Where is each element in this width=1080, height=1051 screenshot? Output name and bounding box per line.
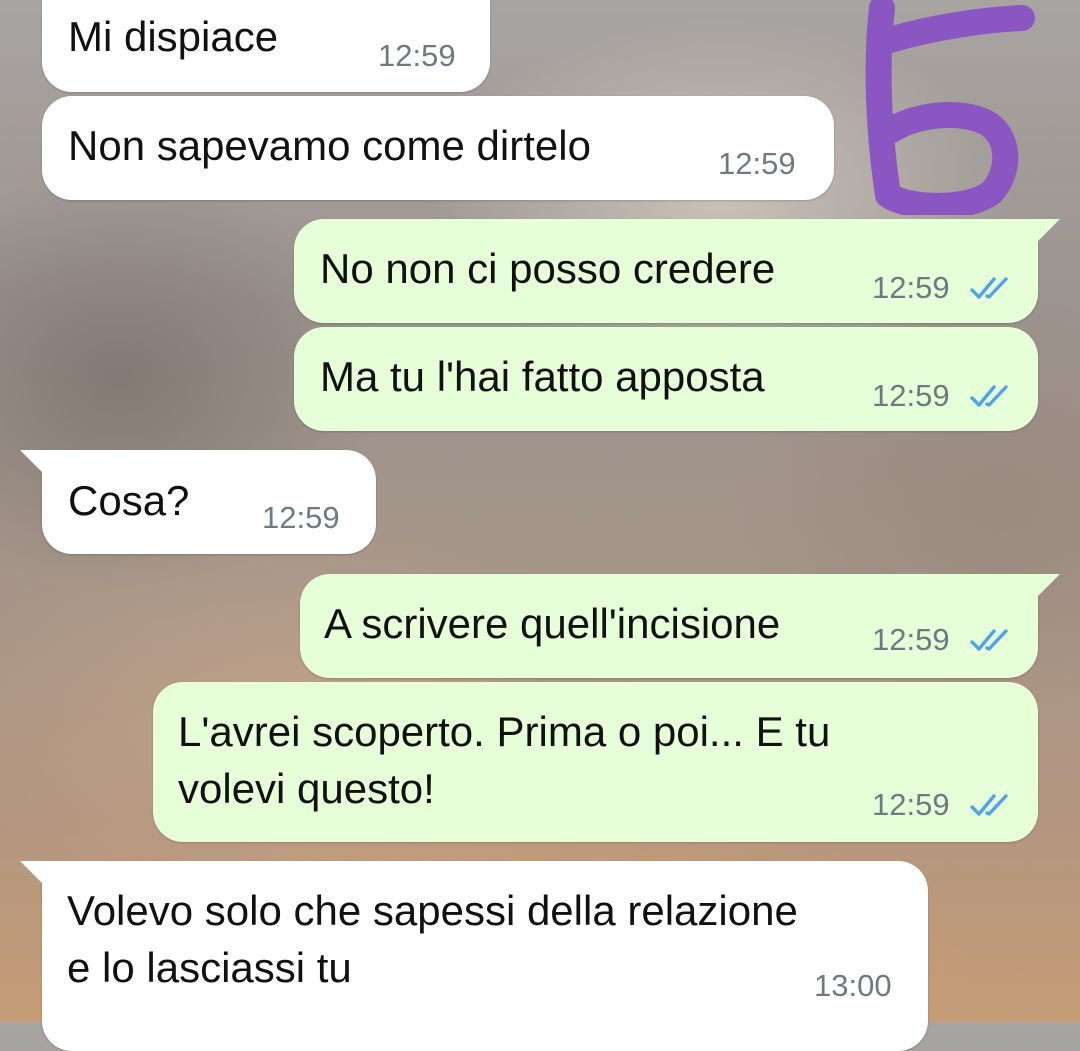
message-bubble-outgoing[interactable]: L'avrei scoperto. Prima o poi... E tu vo… — [153, 682, 1038, 842]
message-bubble-outgoing[interactable]: A scrivere quell'incisione 12:59 — [300, 574, 1060, 678]
message-time: 12:59 — [872, 622, 950, 657]
message-text: A scrivere quell'incisione — [324, 600, 781, 647]
read-double-check-icon — [970, 629, 1008, 651]
message-bubble-incoming[interactable]: Non sapevamo come dirtelo 12:59 — [42, 96, 834, 200]
message-text: Ma tu l'hai fatto apposta — [320, 353, 765, 400]
message-text: Non sapevamo come dirtelo — [68, 122, 591, 169]
message-text-line-2: e lo lasciassi tu — [67, 944, 352, 991]
message-bubble-incoming[interactable]: Volevo solo che sapessi della relazione … — [20, 861, 928, 1051]
message-time: 12:59 — [872, 378, 950, 413]
message-text: No non ci posso credere — [320, 245, 776, 292]
chat-conversation: Mi dispiace 12:59 Non sapevamo come dirt… — [0, 0, 1080, 1051]
read-double-check-icon — [970, 385, 1008, 407]
purple-number-six-drawing — [865, 0, 1035, 215]
message-text: Cosa? — [68, 477, 190, 524]
message-time: 12:59 — [872, 270, 950, 305]
message-time: 12:59 — [872, 787, 950, 822]
message-text-line-2: volevi questo! — [178, 765, 435, 812]
message-text: Mi dispiace — [68, 13, 279, 60]
message-time: 12:59 — [378, 38, 456, 73]
message-text-line-1: L'avrei scoperto. Prima o poi... E tu — [178, 708, 831, 755]
read-double-check-icon — [970, 794, 1008, 816]
message-bubble-outgoing[interactable]: No non ci posso credere 12:59 — [294, 219, 1060, 323]
message-bubble-incoming[interactable]: Mi dispiace 12:59 — [42, 0, 490, 92]
message-bubble-outgoing[interactable]: Ma tu l'hai fatto apposta 12:59 — [294, 327, 1038, 431]
read-double-check-icon — [970, 277, 1008, 299]
message-time: 12:59 — [718, 146, 796, 181]
message-time: 13:00 — [814, 968, 892, 1003]
message-text-line-1: Volevo solo che sapessi della relazione — [67, 887, 798, 934]
message-time: 12:59 — [262, 500, 340, 535]
message-bubble-incoming[interactable]: Cosa? 12:59 — [20, 450, 376, 554]
